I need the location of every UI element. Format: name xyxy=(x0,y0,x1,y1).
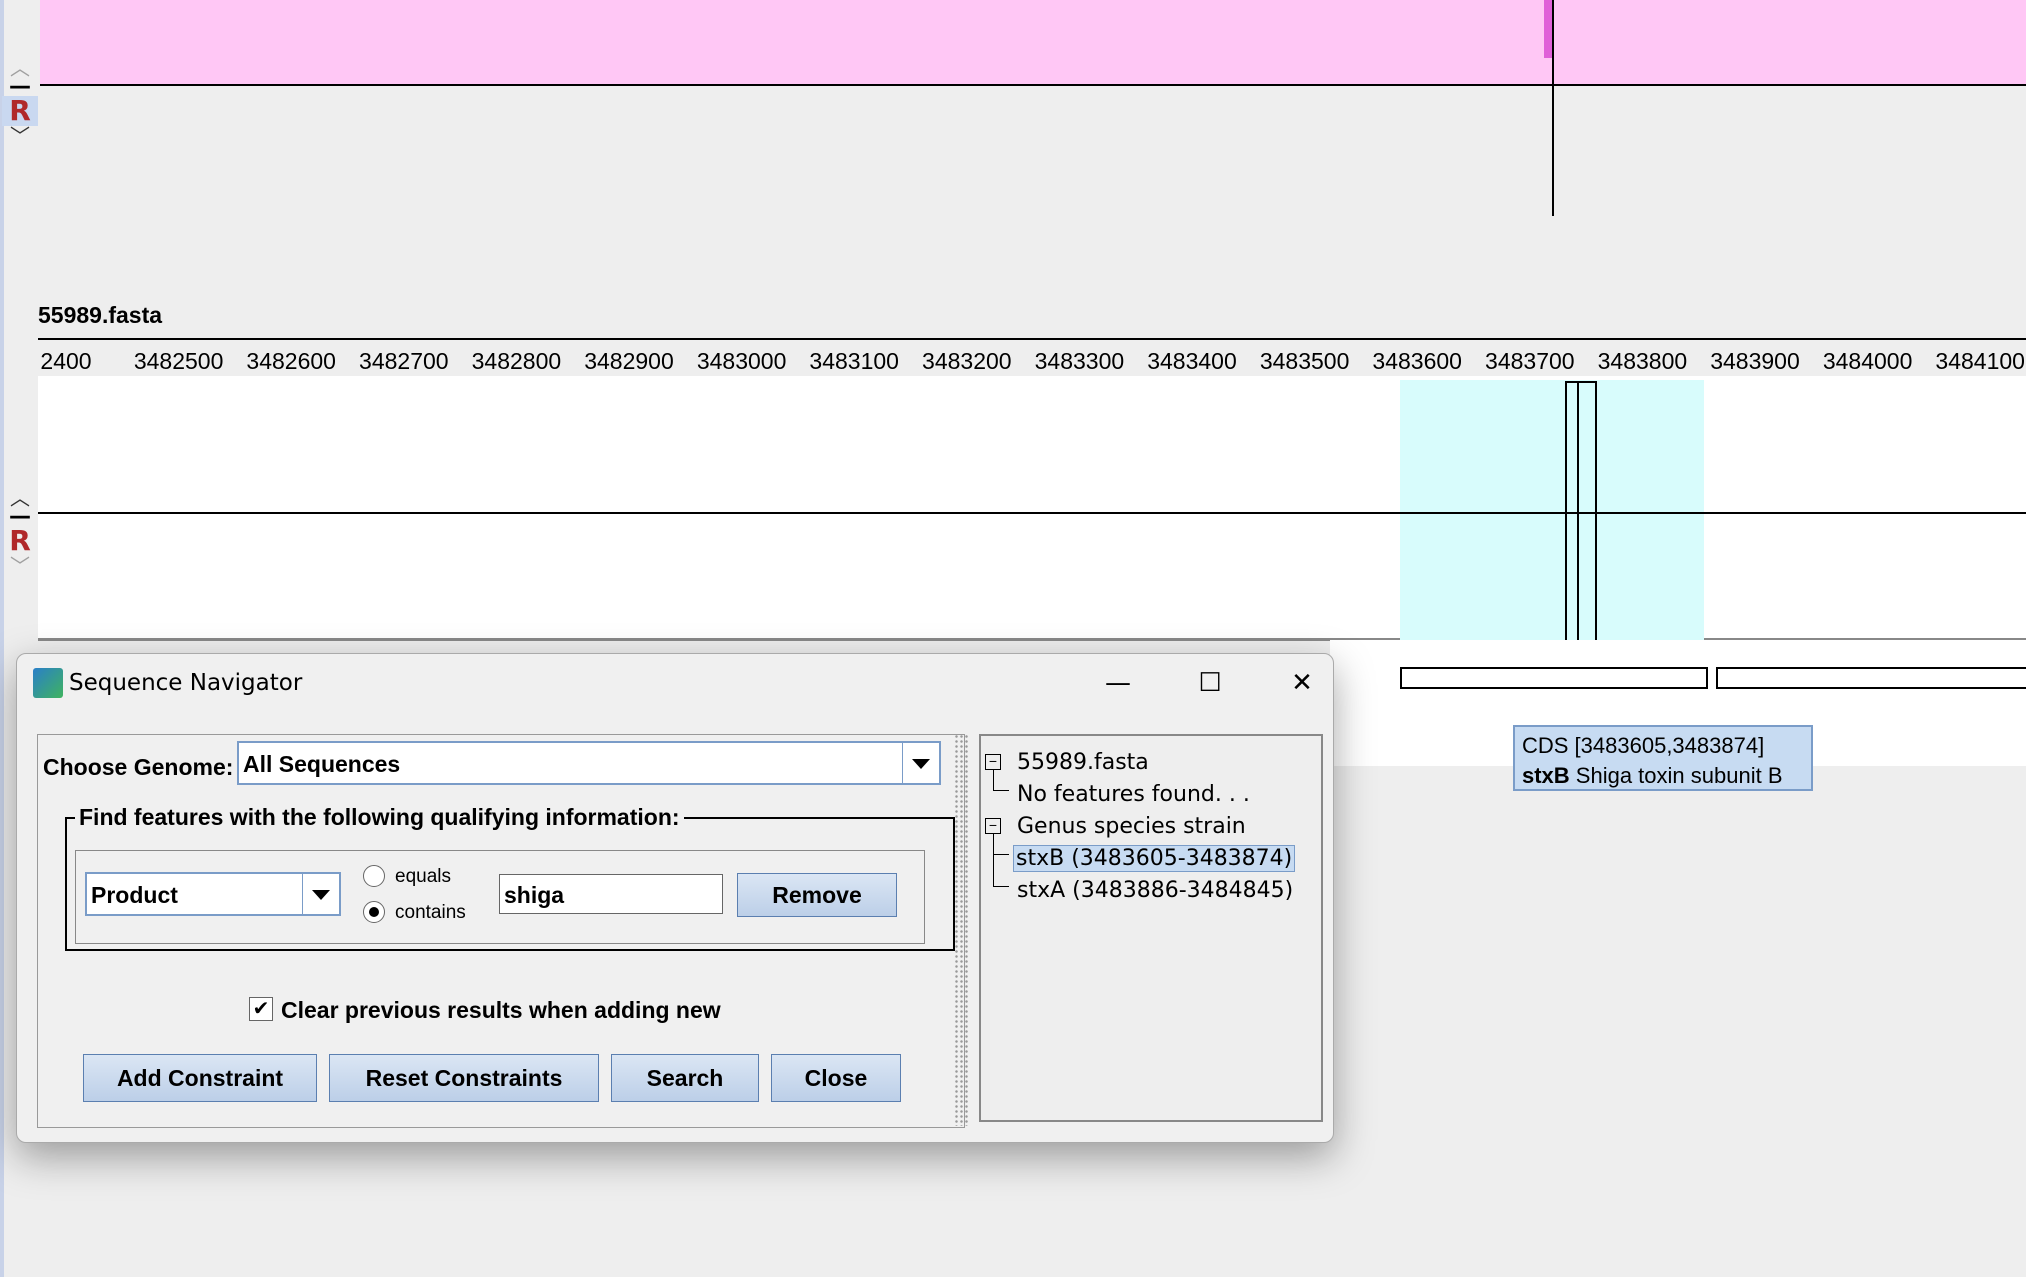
ruler-tick-label: 3483000 xyxy=(696,348,787,374)
tree-connector xyxy=(993,886,1009,887)
tree-connector xyxy=(993,770,994,790)
close-window-button[interactable]: ✕ xyxy=(1277,662,1327,704)
tree-connector xyxy=(993,834,994,886)
clear-results-checkbox[interactable]: ✔ xyxy=(249,997,273,1021)
equals-radio[interactable] xyxy=(363,865,385,887)
remove-button[interactable]: Remove xyxy=(737,873,897,917)
search-button[interactable]: Search xyxy=(611,1054,759,1102)
lower-track-controls: ︿ — R ﹀ xyxy=(2,488,38,576)
feature-marker[interactable] xyxy=(1565,381,1597,648)
close-button[interactable]: Close xyxy=(771,1054,901,1102)
ruler-tick-label: 3482900 xyxy=(584,348,674,374)
ruler-tick-label: 3483700 xyxy=(1485,348,1575,374)
ruler-tick-label: 3482700 xyxy=(359,348,449,374)
ruler-tick-label: 3483800 xyxy=(1597,348,1688,374)
ruler-tick-label: 3482800 xyxy=(471,348,562,374)
ruler-tick-label: 3483400 xyxy=(1147,348,1237,374)
ruler-tick-label: 2400 xyxy=(40,348,92,374)
tree-connector xyxy=(993,854,1009,855)
coverage-peak xyxy=(1544,0,1552,58)
genome-select[interactable]: All Sequences xyxy=(237,741,941,785)
minimize-button[interactable]: — xyxy=(1093,662,1143,704)
top-track-controls: ︿ — R ﹀ xyxy=(2,58,38,146)
sequence-file-label: 55989.fasta xyxy=(38,302,163,328)
tree-connector xyxy=(993,790,1009,791)
ruler-tick-label: 3483900 xyxy=(1710,348,1800,374)
tree-node-genus-species-strain[interactable]: Genus species strain xyxy=(1017,814,1246,839)
dialog-title: Sequence Navigator xyxy=(69,670,303,696)
feature-marker-line xyxy=(1577,381,1579,644)
contains-radio[interactable] xyxy=(363,901,385,923)
dialog-titlebar[interactable]: Sequence Navigator — ☐ ✕ xyxy=(17,654,1333,712)
coordinate-ruler: 2400 3482500 3482600 3482700 3482800 3482900 3… xyxy=(38,338,2026,376)
coverage-track xyxy=(40,0,2026,86)
gene-feature-stxa[interactable] xyxy=(1716,667,2026,689)
tooltip-product-text: Shiga toxin subunit B xyxy=(1569,763,1783,788)
ruler-tick-label: 3484000 xyxy=(1822,348,1913,374)
tree-node-stxb-label: stxB (3483605-3483874) xyxy=(1013,845,1296,872)
search-text-input[interactable]: shiga xyxy=(499,874,723,914)
sequence-navigator-dialog: Sequence Navigator — ☐ ✕ Choose Genome: … xyxy=(16,653,1334,1143)
reverse-track-button[interactable]: R xyxy=(2,526,38,556)
split-pane-divider[interactable] xyxy=(954,734,968,1126)
ruler-tick-label: 3483600 xyxy=(1372,348,1462,374)
gene-feature-stxb[interactable] xyxy=(1400,667,1708,689)
tree-collapse-icon[interactable]: − xyxy=(985,818,1001,834)
tree-node-no-features: No features found. . . xyxy=(1017,782,1250,807)
maximize-button[interactable]: ☐ xyxy=(1185,662,1235,704)
add-constraint-button[interactable]: Add Constraint xyxy=(83,1054,317,1102)
tooltip-gene: stxB xyxy=(1522,763,1570,788)
track-midline xyxy=(38,512,2026,514)
chevron-down-icon[interactable]: ﹀ xyxy=(2,556,38,576)
chevron-down-icon[interactable] xyxy=(302,874,339,914)
sequence-track-area xyxy=(38,376,2026,641)
genome-select-value: All Sequences xyxy=(243,751,401,777)
choose-genome-label: Choose Genome: xyxy=(43,754,234,780)
tooltip-location: CDS [3483605,3483874] xyxy=(1522,733,1765,758)
ruler-tick-label: 3482600 xyxy=(246,348,336,374)
left-window-edge xyxy=(0,0,4,1277)
ruler-tick-label: 3482500 xyxy=(133,348,224,374)
tree-node-stxa[interactable]: stxA (3483886-3484845) xyxy=(1017,878,1293,903)
tree-node-55989-fasta[interactable]: 55989.fasta xyxy=(1017,750,1149,775)
ruler-tick-label: 3483300 xyxy=(1034,348,1125,374)
chevron-down-icon[interactable] xyxy=(902,743,939,783)
reverse-track-button[interactable]: R xyxy=(2,96,38,126)
chevron-down-icon[interactable]: ﹀ xyxy=(2,126,38,146)
ruler-tick-label: 3484100 xyxy=(1935,348,2025,374)
ruler-tick-label: 3483200 xyxy=(922,348,1012,374)
search-text-value: shiga xyxy=(504,882,565,908)
constraint-group-title: Find features with the following qualify… xyxy=(75,804,684,831)
app-icon xyxy=(33,668,63,698)
field-select-value: Product xyxy=(91,882,178,908)
field-select[interactable]: Product xyxy=(85,872,341,916)
ruler-tick-label: 3483100 xyxy=(809,348,899,374)
position-cursor-line xyxy=(1552,0,1554,216)
feature-tooltip: CDS [3483605,3483874] stxB Shiga toxin s… xyxy=(1513,725,1813,791)
equals-label: equals xyxy=(395,866,451,887)
clear-results-label: Clear previous results when adding new xyxy=(281,997,721,1023)
tooltip-product: stxB Shiga toxin subunit B xyxy=(1522,761,1804,791)
tree-collapse-icon[interactable]: − xyxy=(985,754,1001,770)
tree-node-stxb[interactable]: stxB (3483605-3483874) xyxy=(1013,845,1296,872)
reset-constraints-button[interactable]: Reset Constraints xyxy=(329,1054,599,1102)
ruler-tick-label: 3483500 xyxy=(1259,348,1350,374)
contains-label: contains xyxy=(395,902,466,923)
